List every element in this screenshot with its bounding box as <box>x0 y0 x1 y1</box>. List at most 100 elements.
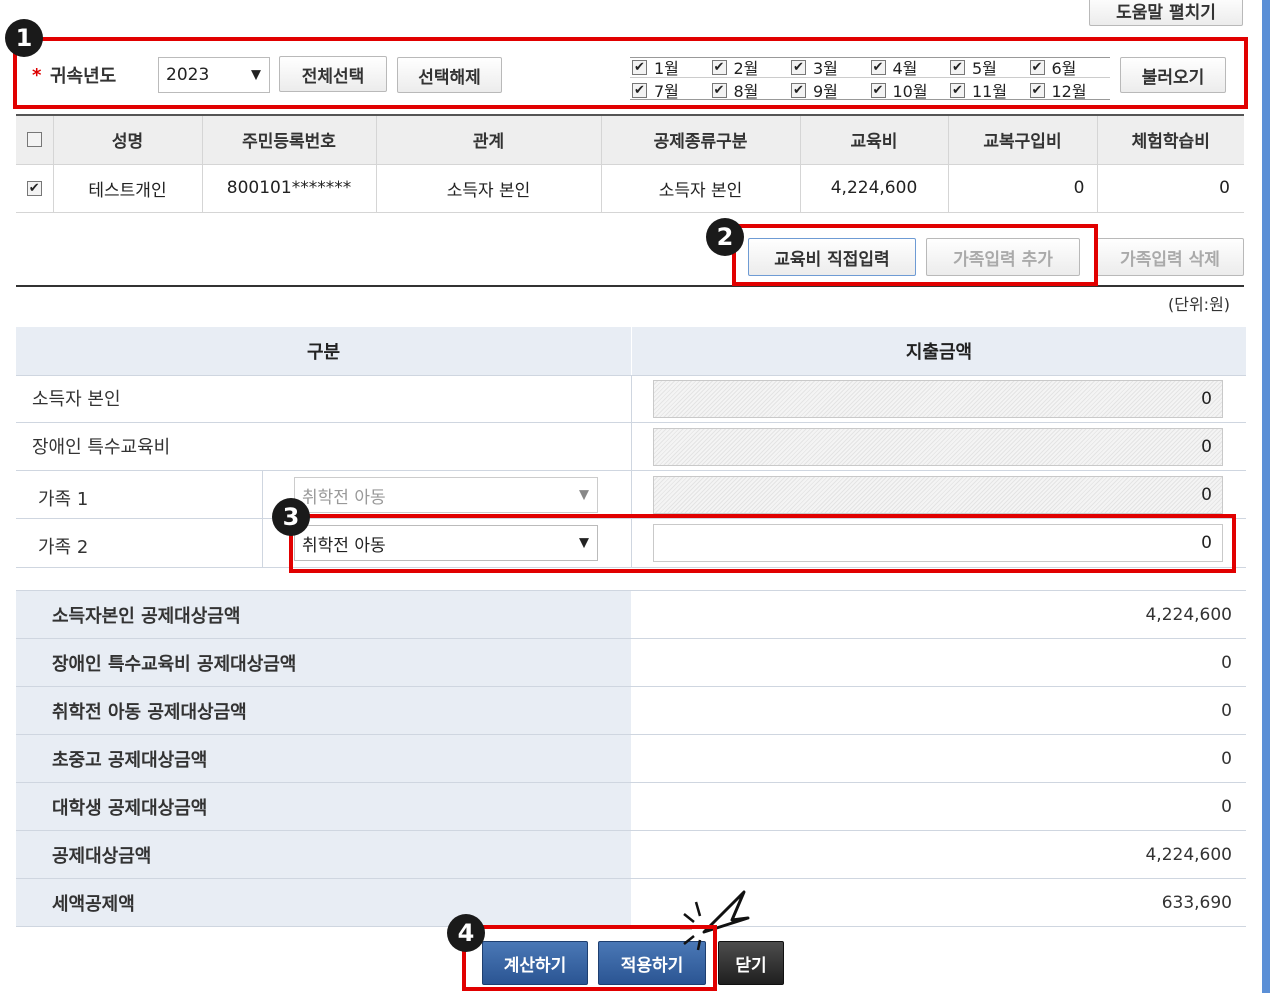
month-checkbox-10[interactable]: ✔ 10월 <box>870 80 928 101</box>
month-label: 7월 <box>654 82 679 101</box>
row-label-disabled-special: 장애인 특수교육비 <box>32 437 171 458</box>
amount-field-self: 0 <box>653 380 1223 418</box>
row-checkbox[interactable]: ✔ <box>26 180 42 196</box>
summary-label: 초중고 공제대상금액 <box>16 735 631 782</box>
right-scroll-edge <box>1262 0 1270 993</box>
month-label: 1월 <box>654 59 679 78</box>
month-label: 10월 <box>892 82 928 101</box>
month-checkbox-9[interactable]: ✔ 9월 <box>791 80 838 101</box>
row-label-family-1: 가족 1 <box>38 489 89 510</box>
family-2-type-value: 취학전 아동 <box>302 535 386 556</box>
cell-field-trip: 0 <box>1219 178 1230 198</box>
family-2-type-select[interactable]: 취학전 아동 ▼ <box>294 525 598 561</box>
month-checkbox-1[interactable]: ✔ 1월 <box>632 57 679 78</box>
month-label: 12월 <box>1051 82 1087 101</box>
checkbox[interactable]: ✔ <box>791 59 806 75</box>
calculate-button[interactable]: 계산하기 <box>482 941 588 985</box>
checkbox[interactable]: ✔ <box>870 82 886 98</box>
summary-value: 0 <box>1221 796 1232 817</box>
chevron-down-icon: ▼ <box>579 535 589 551</box>
checkbox[interactable]: ✔ <box>1029 82 1045 98</box>
col-name: 성명 <box>53 116 203 164</box>
cell-relation: 소득자 본인 <box>376 164 602 212</box>
checkbox[interactable]: ✔ <box>870 59 886 75</box>
checkbox[interactable]: ✔ <box>1029 59 1045 75</box>
month-label: 11월 <box>972 82 1008 101</box>
year-select[interactable]: 2023 ▼ <box>158 57 270 93</box>
summary-value: 4,224,600 <box>1145 604 1232 625</box>
step-badge-4: 4 <box>447 914 485 952</box>
cell-education: 4,224,600 <box>800 164 949 212</box>
col-field-trip: 체험학습비 <box>1097 116 1244 164</box>
step-badge-3: 3 <box>272 498 310 536</box>
cell-name: 테스트개인 <box>53 164 203 212</box>
cell-uniform: 0 <box>948 164 1098 212</box>
month-checkbox-4[interactable]: ✔ 4월 <box>870 57 918 78</box>
checkbox[interactable]: ✔ <box>950 82 965 98</box>
help-toggle-button[interactable]: 도움말 펼치기 <box>1089 0 1243 26</box>
month-checkbox-5[interactable]: ✔ 5월 <box>950 57 997 78</box>
amount-field-family-1: 0 <box>653 476 1223 514</box>
summary-label: 장애인 특수교육비 공제대상금액 <box>16 639 631 686</box>
add-family-button[interactable]: 가족입력 추가 <box>926 238 1080 276</box>
amount-header: 지출금액 <box>632 327 1246 375</box>
deselect-button[interactable]: 선택해제 <box>397 57 502 93</box>
year-value: 2023 <box>166 65 210 85</box>
month-checkbox-6[interactable]: ✔ 6월 <box>1029 57 1077 78</box>
chevron-down-icon: ▼ <box>251 67 261 83</box>
col-rrn: 주민등록번호 <box>202 116 377 164</box>
step-badge-1: 1 <box>5 19 43 57</box>
table-row[interactable]: ✔ 테스트개인 800101******* 소득자 본인 소득자 본인 4,22… <box>16 164 1244 212</box>
cursor-click-icon <box>680 890 750 951</box>
month-checkbox-11[interactable]: ✔ 11월 <box>950 80 1008 101</box>
month-label: 2월 <box>733 59 759 78</box>
cell-deduction-type: 소득자 본인 <box>601 164 801 212</box>
select-all-button[interactable]: 전체선택 <box>279 56 387 92</box>
row-label-self: 소득자 본인 <box>32 389 121 410</box>
load-button[interactable]: 불러오기 <box>1120 57 1226 93</box>
summary-value: 4,224,600 <box>1145 844 1232 865</box>
summary-label: 취학전 아동 공제대상금액 <box>16 687 631 734</box>
unit-label: (단위:원) <box>1168 295 1231 314</box>
month-checkbox-2[interactable]: ✔ 2월 <box>711 57 759 78</box>
col-relation: 관계 <box>376 116 602 164</box>
summary-label: 세액공제액 <box>16 879 631 926</box>
summary-value: 0 <box>1221 652 1232 673</box>
checkbox[interactable]: ✔ <box>950 59 965 75</box>
month-label: 3월 <box>813 59 838 78</box>
amount-field-family-2[interactable]: 0 <box>653 524 1223 562</box>
family-1-type-value: 취학전 아동 <box>302 487 386 508</box>
summary-label: 대학생 공제대상금액 <box>16 783 631 830</box>
checkbox[interactable]: ✔ <box>791 82 806 98</box>
checkbox[interactable]: ✔ <box>711 82 727 98</box>
month-label: 8월 <box>733 82 759 101</box>
summary-label: 공제대상금액 <box>16 831 631 878</box>
chevron-down-icon: ▼ <box>579 487 589 503</box>
step-badge-2: 2 <box>706 218 744 256</box>
direct-input-button[interactable]: 교육비 직접입력 <box>748 238 916 276</box>
month-checkbox-8[interactable]: ✔ 8월 <box>711 80 759 101</box>
required-mark: * <box>32 64 42 86</box>
year-label: 귀속년도 <box>50 66 117 87</box>
family-1-type-select[interactable]: 취학전 아동 ▼ <box>294 477 598 513</box>
month-checkbox-7[interactable]: ✔ 7월 <box>632 80 679 101</box>
month-checkbox-12[interactable]: ✔ 12월 <box>1029 80 1087 101</box>
cell-rrn: 800101******* <box>202 164 377 212</box>
col-uniform: 교복구입비 <box>948 116 1098 164</box>
people-table: 성명 주민등록번호 관계 공제종류구분 교육비 교복구입비 체험학습비 ✔ 테스… <box>16 116 1244 213</box>
row-label-family-2: 가족 2 <box>38 537 89 558</box>
category-header: 구분 <box>16 327 631 375</box>
month-label: 5월 <box>972 59 997 78</box>
checkbox[interactable]: ✔ <box>632 82 647 98</box>
delete-family-button[interactable]: 가족입력 삭제 <box>1096 238 1244 276</box>
month-label: 6월 <box>1051 59 1077 78</box>
summary-value: 0 <box>1221 700 1232 721</box>
checkbox[interactable]: ✔ <box>632 59 647 75</box>
month-checkbox-3[interactable]: ✔ 3월 <box>791 57 838 78</box>
amount-field-disabled-special: 0 <box>653 428 1223 466</box>
month-label: 4월 <box>892 59 918 78</box>
checkbox[interactable]: ✔ <box>711 59 727 75</box>
summary-value: 0 <box>1221 748 1232 769</box>
select-all-checkbox[interactable] <box>26 132 42 148</box>
summary-label: 소득자본인 공제대상금액 <box>16 591 631 638</box>
